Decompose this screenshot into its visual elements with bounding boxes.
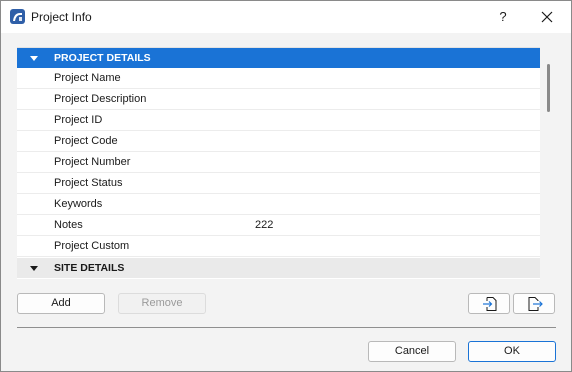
window-title: Project Info (31, 10, 92, 24)
list-item[interactable]: Project Status (17, 173, 540, 194)
list-item[interactable]: Project Number (17, 152, 540, 173)
group-header-project-details[interactable]: PROJECT DETAILS (17, 48, 540, 68)
list-item[interactable]: Keywords (17, 194, 540, 215)
triangle-down-icon[interactable] (30, 56, 38, 61)
list-item[interactable]: Notes 222 (17, 215, 540, 236)
list-item[interactable]: Project Name (17, 68, 540, 89)
import-icon (483, 297, 497, 311)
project-info-dialog: Project Info ? PROJECT DETAILS Project N… (0, 0, 572, 372)
group-label: SITE DETAILS (54, 262, 125, 274)
ok-button[interactable]: OK (468, 341, 556, 362)
list-item[interactable]: Project ID (17, 110, 540, 131)
export-button[interactable] (513, 293, 555, 314)
app-icon (10, 9, 25, 24)
property-name: Project Name (54, 72, 121, 84)
list-item[interactable]: Project Description (17, 89, 540, 110)
property-name: Project ID (54, 114, 103, 126)
vertical-scrollbar[interactable] (542, 47, 556, 279)
close-icon (541, 11, 553, 23)
cancel-button[interactable]: Cancel (368, 341, 456, 362)
property-name: Project Code (54, 135, 118, 147)
property-name: Notes (54, 219, 83, 231)
export-icon (528, 297, 543, 311)
title-bar: Project Info ? (1, 1, 571, 33)
property-name: Project Number (54, 156, 131, 168)
scrollbar-thumb[interactable] (547, 64, 550, 112)
property-name: Keywords (54, 198, 103, 210)
property-name: Project Custom (54, 240, 130, 252)
property-name: Project Description (54, 93, 147, 105)
property-name: Project Status (54, 177, 123, 189)
property-list: PROJECT DETAILS Project Name Project Des… (17, 47, 540, 279)
close-button[interactable] (533, 5, 561, 29)
property-value[interactable]: 222 (255, 215, 273, 235)
help-button[interactable]: ? (491, 5, 515, 29)
group-label: PROJECT DETAILS (54, 52, 151, 64)
separator (17, 327, 556, 328)
triangle-down-icon[interactable] (30, 266, 38, 271)
list-item[interactable]: Project Custom (17, 236, 540, 257)
group-header-site-details[interactable]: SITE DETAILS (17, 258, 540, 278)
list-item[interactable]: Project Code (17, 131, 540, 152)
add-button[interactable]: Add (17, 293, 105, 314)
remove-button[interactable]: Remove (118, 293, 206, 314)
import-button[interactable] (468, 293, 510, 314)
